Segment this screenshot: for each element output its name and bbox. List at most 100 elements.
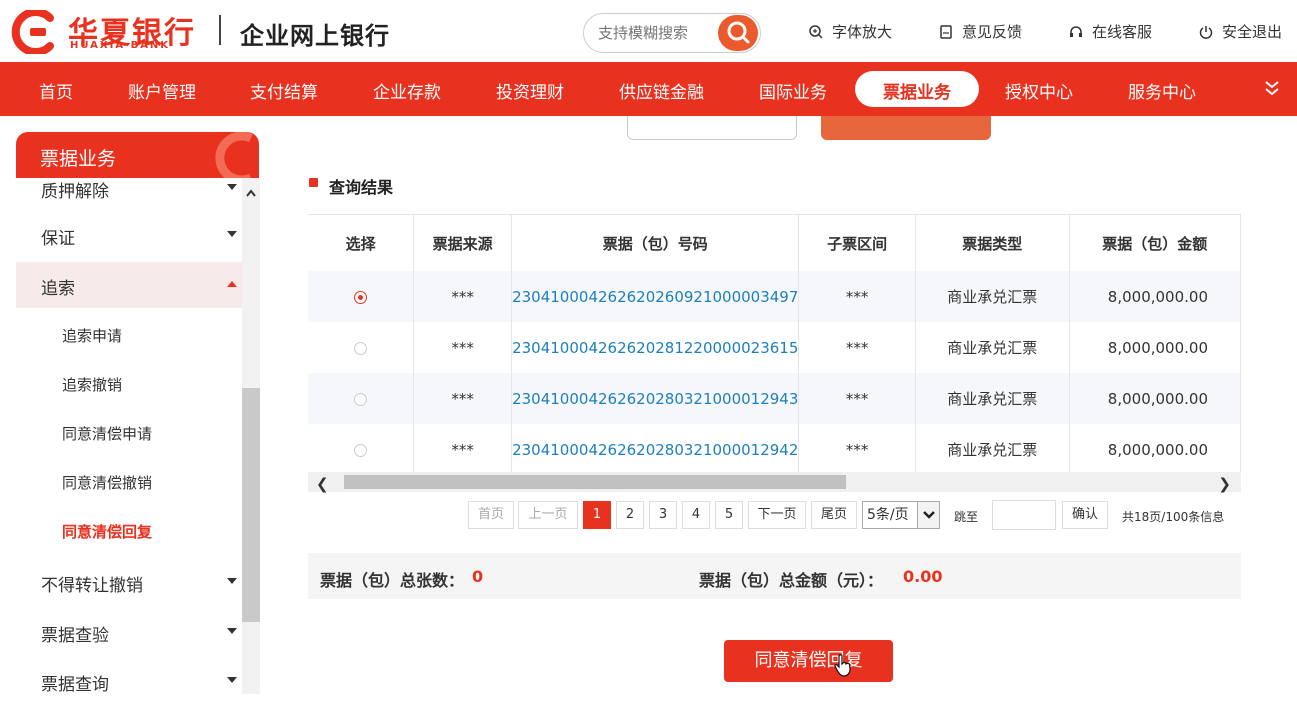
range-cell: *** <box>798 271 916 322</box>
sidebar-item-label: 质押解除 <box>41 182 109 202</box>
nav-item-deposits[interactable]: 企业存款 <box>373 78 441 103</box>
scrollbar-thumb[interactable] <box>344 475 846 489</box>
select-cell <box>308 322 415 373</box>
bill-number-link[interactable]: 230410004262620280321000012942 <box>511 424 800 472</box>
results-table: 选择 票据来源 票据（包）号码 子票区间 票据类型 票据（包）金额 *** 23… <box>308 214 1241 472</box>
sidebar-item-nontransfer-cancel[interactable]: 不得转让撤销 <box>0 559 243 605</box>
sidebar-subitem-settle-reply[interactable]: 同意清偿回复 <box>62 521 152 542</box>
bill-number-link[interactable]: 230410004262620260921000003497 <box>511 271 800 322</box>
page-4-button[interactable]: 4 <box>682 501 710 529</box>
caret-down-icon <box>227 628 237 634</box>
goto-page-input[interactable] <box>992 500 1056 530</box>
sidebar-item-pledge-release[interactable]: 质押解除 <box>0 167 243 213</box>
next-page-button[interactable]: 下一页 <box>748 501 806 529</box>
row-radio[interactable] <box>354 443 368 457</box>
range-cell: *** <box>798 322 916 373</box>
sidebar-item-bill-query[interactable]: 票据查询 <box>0 658 243 704</box>
sidebar-item-bill-verify[interactable]: 票据查验 <box>0 609 243 655</box>
scroll-left-arrow-icon[interactable]: ❮ <box>316 475 329 493</box>
nav-item-accounts[interactable]: 账户管理 <box>128 78 196 103</box>
amount-cell: 8,000,000.00 <box>1069 424 1241 472</box>
caret-down-icon <box>227 184 237 190</box>
power-icon <box>1199 25 1213 39</box>
sidebar-item-label: 追索 <box>41 279 75 299</box>
row-radio[interactable] <box>354 290 368 304</box>
sidebar-item-label: 票据查验 <box>41 626 109 646</box>
total-count-label: 票据（包）总张数： <box>320 571 465 590</box>
table-row[interactable]: *** 230410004262620281220000023615 *** 商… <box>308 322 1241 373</box>
nav-item-authorization[interactable]: 授权中心 <box>1005 78 1073 103</box>
online-service-link[interactable]: 在线客服 <box>1068 21 1152 42</box>
select-cell <box>308 424 415 472</box>
confirm-goto-button[interactable]: 确认 <box>1062 501 1108 529</box>
source-cell: *** <box>413 424 513 472</box>
prev-page-button[interactable]: 上一页 <box>518 501 578 529</box>
search-input[interactable] <box>598 23 718 43</box>
row-radio[interactable] <box>354 392 368 406</box>
page-5-button[interactable]: 5 <box>715 501 743 529</box>
nav-item-investment[interactable]: 投资理财 <box>496 78 564 103</box>
table-row[interactable]: *** 230410004262620260921000003497 *** 商… <box>308 271 1241 322</box>
sidebar-subitem-settle-cancel[interactable]: 同意清偿撤销 <box>62 472 152 493</box>
search-icon <box>727 21 750 44</box>
top-header: 华夏银行 HUAXIA BANK 企业网上银行 字体放大 意见反馈 在线客服 安… <box>0 0 1297 62</box>
online-service-label: 在线客服 <box>1092 23 1153 41</box>
font-zoom-label: 字体放大 <box>832 23 893 41</box>
sidebar-subitem-recourse-cancel[interactable]: 追索撤销 <box>62 374 122 395</box>
font-zoom-link[interactable]: 字体放大 <box>808 21 892 42</box>
col-header-select: 选择 <box>308 215 415 271</box>
nav-item-service[interactable]: 服务中心 <box>1128 78 1196 103</box>
main-nav: 首页 账户管理 支付结算 企业存款 投资理财 供应链金融 国际业务 票据业务 授… <box>0 62 1297 116</box>
first-page-button[interactable]: 首页 <box>468 501 514 529</box>
select-arrow[interactable] <box>917 502 939 528</box>
sidebar-item-label: 不得转让撤销 <box>41 576 143 596</box>
headset-icon <box>1070 25 1082 37</box>
page-info: 共18页/100条信息 <box>1122 510 1225 524</box>
main-content: 查询结果 选择 票据来源 票据（包）号码 子票区间 票据类型 票据（包）金额 *… <box>260 116 1297 694</box>
sidebar-item-guarantee[interactable]: 保证 <box>0 212 243 258</box>
total-count-value: 0 <box>472 567 484 586</box>
bill-number-link[interactable]: 230410004262620280321000012943 <box>511 373 800 424</box>
amount-cell: 8,000,000.00 <box>1069 271 1241 322</box>
sidebar-item-label: 票据查询 <box>41 675 109 695</box>
section-title: 查询结果 <box>329 178 394 197</box>
table-row[interactable]: *** 230410004262620280321000012943 *** 商… <box>308 373 1241 424</box>
chevron-down-double-icon[interactable] <box>1262 77 1282 99</box>
summary-bar: 票据（包）总张数： 0 票据（包）总金额（元）： 0.00 <box>308 553 1241 599</box>
source-cell: *** <box>413 322 513 373</box>
sidebar-item-recourse[interactable]: 追索 <box>16 262 242 308</box>
table-horizontal-scrollbar[interactable]: ❮ ❯ <box>308 472 1241 493</box>
nav-item-international[interactable]: 国际业务 <box>759 78 827 103</box>
last-page-button[interactable]: 尾页 <box>811 501 857 529</box>
agree-settle-reply-button[interactable]: 同意清偿回复 <box>724 640 893 682</box>
table-row[interactable]: *** 230410004262620280321000012942 *** 商… <box>308 424 1241 472</box>
search-button[interactable] <box>718 15 758 51</box>
row-radio[interactable] <box>354 341 368 355</box>
range-cell: *** <box>798 373 916 424</box>
sidebar-scrollbar-thumb[interactable] <box>242 388 260 622</box>
nav-item-home[interactable]: 首页 <box>39 78 73 103</box>
page-2-button[interactable]: 2 <box>616 501 644 529</box>
caret-down-icon <box>227 578 237 584</box>
caret-up-icon <box>227 281 237 287</box>
section-marker <box>309 178 318 187</box>
page-1-button[interactable]: 1 <box>583 501 611 529</box>
partial-primary-button[interactable] <box>821 116 991 140</box>
bill-number-link[interactable]: 230410004262620281220000023615 <box>511 322 800 373</box>
scroll-right-arrow-icon[interactable]: ❯ <box>1218 475 1231 493</box>
partial-button[interactable] <box>627 116 797 140</box>
nav-item-supply-chain[interactable]: 供应链金融 <box>619 78 704 103</box>
feedback-label: 意见反馈 <box>962 23 1023 41</box>
page-3-button[interactable]: 3 <box>649 501 677 529</box>
sidebar-subitem-recourse-apply[interactable]: 追索申请 <box>62 325 122 346</box>
goto-label: 跳至 <box>954 510 979 524</box>
sidebar-subitem-settle-apply[interactable]: 同意清偿申请 <box>62 423 152 444</box>
amount-cell: 8,000,000.00 <box>1069 373 1241 424</box>
logout-link[interactable]: 安全退出 <box>1198 21 1282 42</box>
type-cell: 商业承兑汇票 <box>915 322 1070 373</box>
total-amount-label: 票据（包）总金额（元）： <box>699 571 884 590</box>
nav-item-payments[interactable]: 支付结算 <box>250 78 318 103</box>
scroll-up-arrow-icon[interactable] <box>245 188 257 198</box>
select-cell <box>308 271 415 322</box>
feedback-link[interactable]: 意见反馈 <box>938 21 1022 42</box>
